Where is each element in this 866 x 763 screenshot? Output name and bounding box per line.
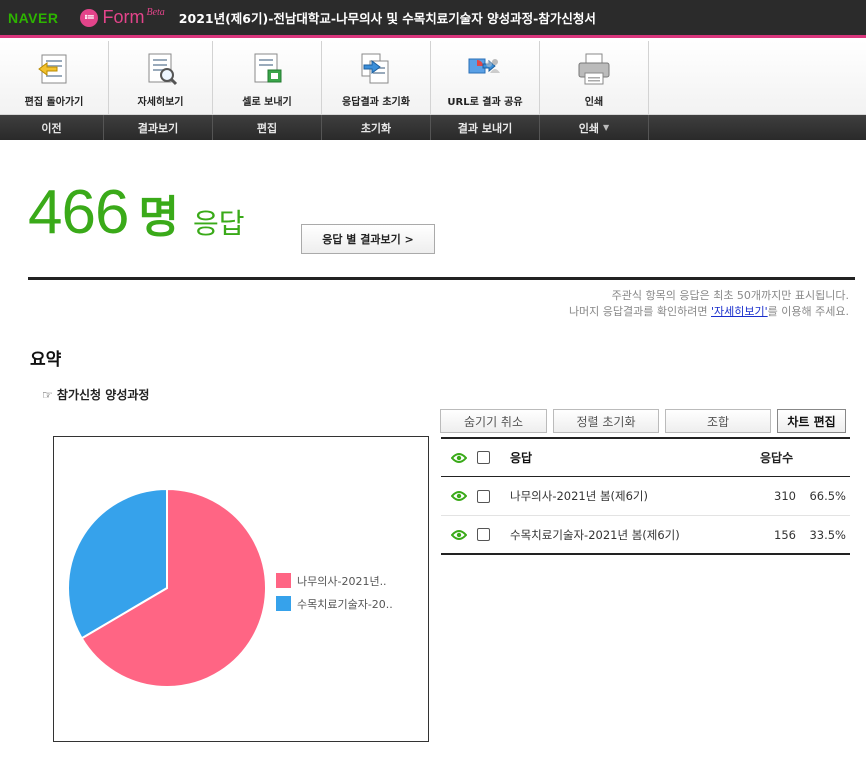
divider	[28, 277, 855, 280]
tool-buttons: 편집 돌아가기 자세히보기 셀로 보내기 응답결과 초기화 URL로 결과 공유…	[0, 41, 866, 115]
results-table: 응답 응답수 나무의사-2021년 봄(제6기) 310 66.5% 수목치료기…	[441, 437, 850, 555]
response-count-unit: 명	[138, 192, 179, 243]
toolbar: 편집 돌아가기 자세히보기 셀로 보내기 응답결과 초기화 URL로 결과 공유…	[0, 41, 866, 141]
table-row: 수목치료기술자-2021년 봄(제6기) 156 33.5%	[441, 516, 850, 555]
printer-icon	[578, 53, 610, 85]
group-label-edit: 편집	[213, 115, 322, 140]
eye-icon[interactable]	[451, 490, 467, 502]
legend-item: 나무의사-2021년..	[276, 569, 393, 592]
back-to-edit-button[interactable]: 편집 돌아가기	[0, 41, 109, 114]
edit-chart-button[interactable]: 차트 편집	[777, 409, 846, 433]
row-checkbox[interactable]	[477, 528, 490, 541]
unhide-button[interactable]: 숨기기 취소	[440, 409, 547, 433]
response-count-label: 응답	[192, 207, 245, 240]
tool-label: 편집 돌아가기	[24, 97, 84, 108]
notice: 주관식 항목의 응답은 최초 50개까지만 표시됩니다. 나머지 응답결과를 확…	[568, 289, 849, 318]
share-url-button[interactable]: URL로 결과 공유	[431, 41, 540, 114]
tool-label: 자세히보기	[137, 97, 184, 108]
answer-label: 나무의사-2021년 봄(제6기)	[510, 489, 649, 503]
select-all-checkbox[interactable]	[477, 451, 490, 464]
group-label-reset: 초기화	[322, 115, 431, 140]
question-title: ☞ 참가신청 양성과정	[42, 388, 150, 402]
reset-sort-button[interactable]: 정렬 초기화	[553, 409, 659, 433]
combine-button[interactable]: 조합	[665, 409, 771, 433]
column-count: 응답수	[760, 451, 794, 465]
tool-group-bar: 이전 결과보기 편집 초기화 결과 보내기 인쇄 ▼	[0, 115, 866, 140]
legend-item: 수목치료기술자-20..	[276, 592, 393, 615]
group-label-prev: 이전	[0, 115, 104, 140]
legend-swatch	[276, 596, 291, 611]
tool-label: 셀로 보내기	[242, 97, 292, 108]
form-logo[interactable]: ≔ Form Beta	[80, 7, 165, 28]
legend-label: 나무의사-2021년..	[297, 574, 387, 588]
group-label-send: 결과 보내기	[431, 115, 540, 140]
beta-badge: Beta	[146, 7, 165, 18]
answer-percent: 66.5%	[809, 489, 846, 503]
form-wordmark: Form	[102, 7, 145, 27]
eye-icon[interactable]	[451, 529, 467, 541]
answer-percent: 33.5%	[809, 527, 846, 542]
row-checkbox[interactable]	[477, 489, 490, 503]
detail-view-button[interactable]: 자세히보기	[109, 41, 213, 114]
legend-swatch	[276, 573, 291, 588]
response-count-number: 466	[28, 178, 129, 247]
tool-label: 응답결과 초기화	[342, 97, 410, 108]
send-to-cell-button[interactable]: 셀로 보내기	[213, 41, 322, 114]
send-to-cell-icon	[254, 53, 282, 83]
detail-view-icon	[148, 53, 177, 86]
legend-label: 수목치료기술자-20..	[297, 597, 393, 611]
answer-label: 수목치료기술자-2021년 봄(제6기)	[510, 527, 680, 542]
answer-count: 310	[774, 489, 796, 503]
reset-results-button[interactable]: 응답결과 초기화	[322, 41, 431, 114]
share-url-icon	[468, 58, 500, 74]
response-count: 466 명 응답	[28, 182, 244, 244]
top-bar: NAVER ≔ Form Beta 2021년(제6기)-전남대학교-나무의사 …	[0, 0, 866, 38]
view-by-response-button[interactable]: 응답 별 결과보기 >	[301, 224, 435, 254]
naver-logo[interactable]: NAVER	[8, 10, 58, 26]
reset-results-icon	[361, 53, 389, 84]
answer-count: 156	[774, 527, 796, 542]
column-answer: 응답	[510, 451, 533, 465]
document-title: 2021년(제6기)-전남대학교-나무의사 및 수목치료기술자 양성과정-참가신…	[178, 11, 596, 26]
table-row: 나무의사-2021년 봄(제6기) 310 66.5%	[441, 477, 850, 516]
tool-label: URL로 결과 공유	[447, 97, 523, 108]
section-title: 요약	[30, 350, 62, 370]
print-dropdown[interactable]: 인쇄 ▼	[540, 115, 649, 140]
chart-legend: 나무의사-2021년.. 수목치료기술자-20..	[276, 569, 393, 615]
eye-icon[interactable]	[451, 452, 467, 464]
table-header: 응답 응답수	[441, 437, 850, 477]
form-list-icon: ≔	[80, 8, 99, 27]
tool-label: 인쇄	[584, 97, 604, 108]
group-label-results: 결과보기	[104, 115, 213, 140]
chevron-down-icon: ▼	[603, 123, 610, 132]
detail-view-link[interactable]: '자세히보기'	[711, 305, 768, 318]
back-edit-icon	[38, 54, 67, 84]
print-button[interactable]: 인쇄	[540, 41, 649, 114]
